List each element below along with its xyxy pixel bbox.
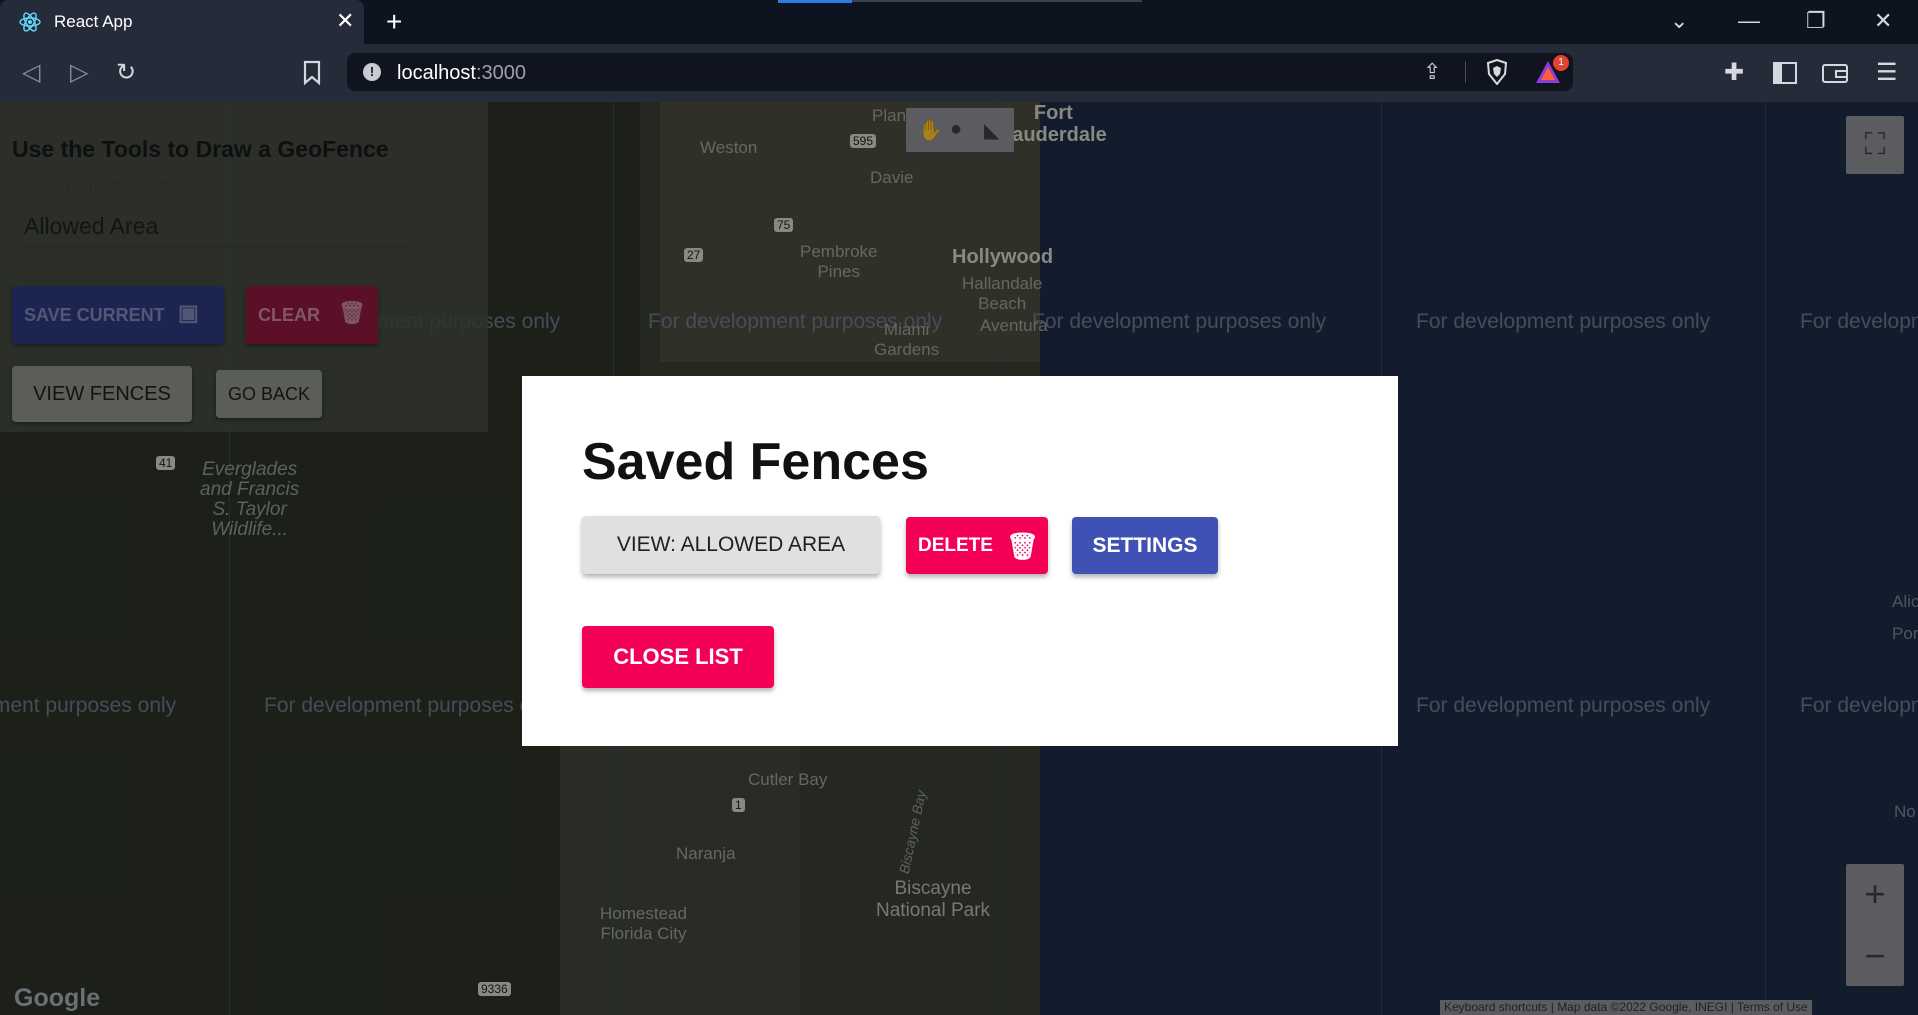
close-tab-icon[interactable]: ✕ <box>336 8 354 34</box>
notification-badge: 1 <box>1553 55 1569 71</box>
loading-indicator <box>778 0 852 3</box>
sidebar-icon[interactable] <box>1773 62 1797 84</box>
back-icon[interactable]: ◁ <box>22 58 40 87</box>
browser-tab[interactable]: React App ✕ <box>0 0 364 44</box>
brave-shields-icon[interactable] <box>1485 59 1509 85</box>
minimize-icon[interactable]: — <box>1738 8 1760 34</box>
url-text[interactable]: localhost:3000 <box>397 62 526 85</box>
new-tab-icon[interactable]: + <box>386 6 402 38</box>
forward-icon[interactable]: ▷ <box>70 58 88 87</box>
trash-icon: 🗑 <box>1006 531 1040 561</box>
tab-search-icon[interactable]: ⌄ <box>1670 8 1688 34</box>
menu-icon[interactable]: ☰ <box>1876 58 1898 87</box>
extensions-icon[interactable]: ✚ <box>1724 58 1744 87</box>
address-bar[interactable]: ! localhost:3000 ⇪ 1 <box>347 53 1573 91</box>
browser-toolbar: ◁ ▷ ↻ ! localhost:3000 ⇪ 1 ✚ ☰ <box>0 44 1918 102</box>
view-fence-button[interactable]: VIEW: ALLOWED AREA <box>582 516 880 574</box>
tab-divider <box>852 0 1142 2</box>
close-window-icon[interactable]: ✕ <box>1874 8 1892 34</box>
dialog-title: Saved Fences <box>582 433 929 491</box>
reload-icon[interactable]: ↻ <box>116 58 136 87</box>
close-list-button[interactable]: CLOSE LIST <box>582 626 774 688</box>
site-info-icon[interactable]: ! <box>363 63 381 81</box>
delete-label: DELETE <box>918 534 993 556</box>
bookmark-icon[interactable] <box>302 60 322 86</box>
react-logo-icon <box>19 12 41 32</box>
restore-icon[interactable]: ❐ <box>1806 8 1826 34</box>
settings-button[interactable]: SETTINGS <box>1072 517 1218 574</box>
share-icon[interactable]: ⇪ <box>1423 59 1441 85</box>
browser-tab-bar: React App ✕ + ⌄ — ❐ ✕ <box>0 0 1918 44</box>
address-bar-divider <box>1465 61 1466 83</box>
tab-title: React App <box>54 12 133 31</box>
saved-fences-dialog: Saved Fences VIEW: ALLOWED AREA DELETE 🗑… <box>522 376 1398 746</box>
wallet-icon[interactable] <box>1822 62 1848 84</box>
delete-fence-button[interactable]: DELETE 🗑 <box>906 517 1048 574</box>
